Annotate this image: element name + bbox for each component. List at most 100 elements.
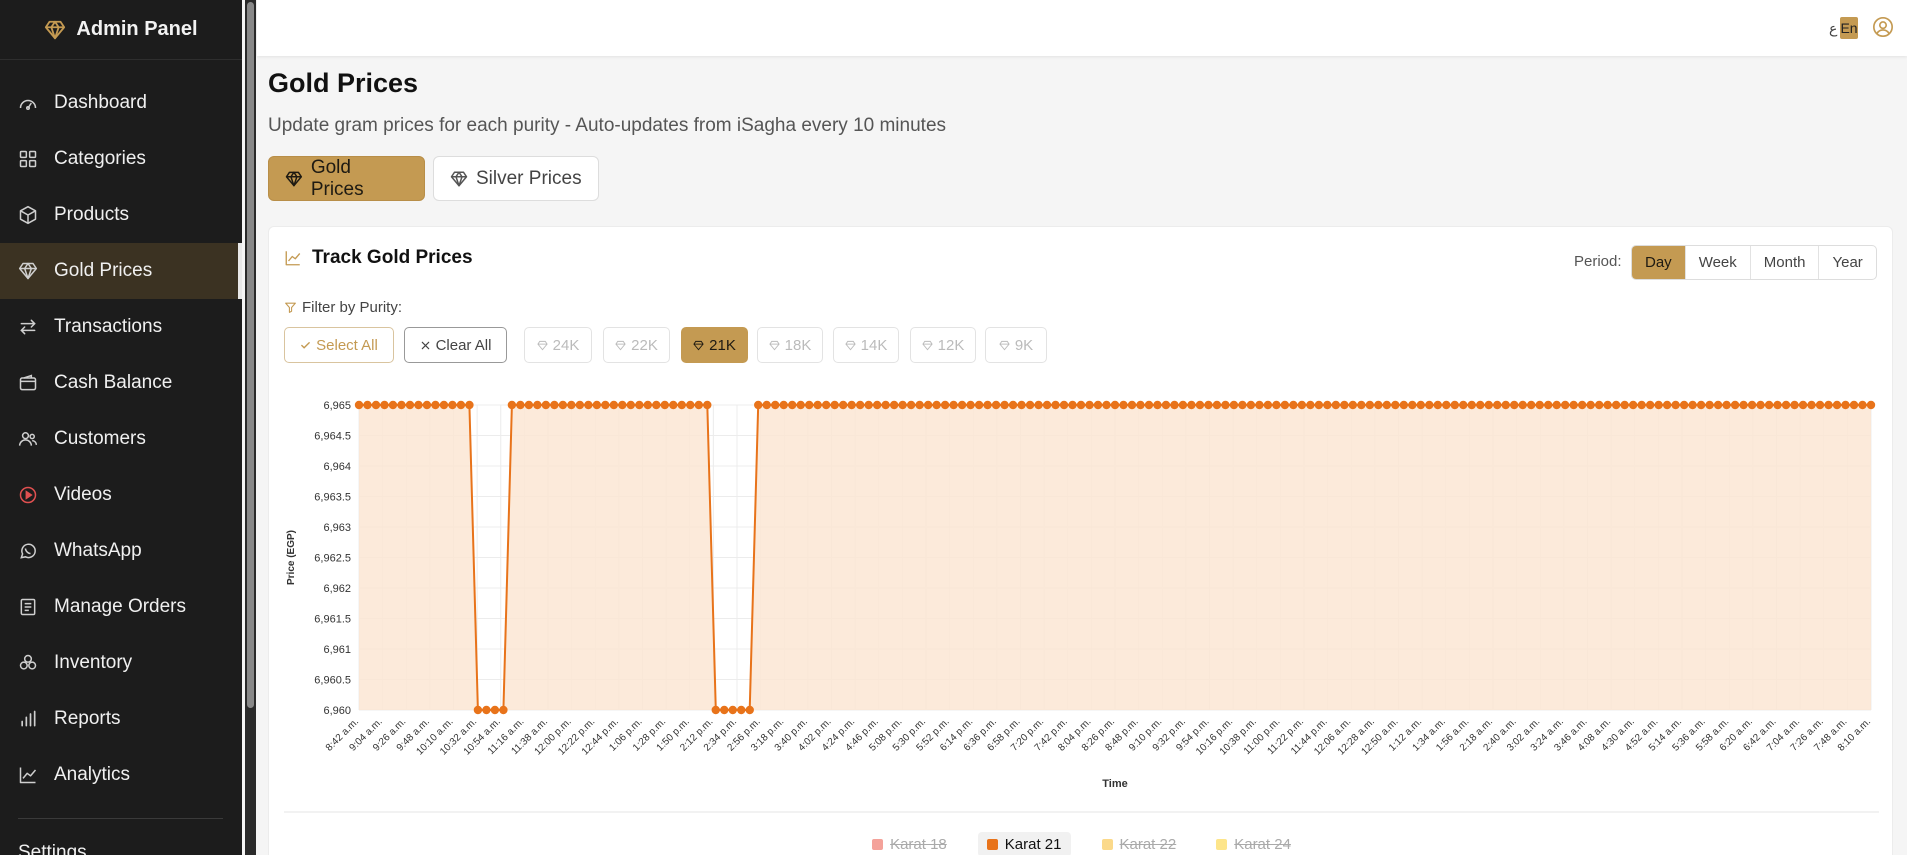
arrows-icon: [20, 319, 36, 335]
legend-swatch: [872, 839, 884, 850]
data-point: [1119, 400, 1128, 410]
sidebar-item-analytics[interactable]: Analytics: [0, 747, 242, 803]
sidebar-item-dashboard[interactable]: Dashboard: [0, 75, 242, 131]
scrollbar-thumb[interactable]: [247, 2, 254, 708]
price-chart-card: Track Gold Prices Period: Day Week Month…: [268, 226, 1893, 855]
sidebar-item-cash-balance[interactable]: Cash Balance: [0, 355, 242, 411]
data-point: [915, 400, 924, 410]
select-all-button[interactable]: Select All: [284, 327, 394, 363]
sidebar-item-manage-orders[interactable]: Manage Orders: [0, 579, 242, 635]
data-point: [1790, 400, 1799, 410]
purity-chip-12k[interactable]: 12K: [910, 327, 976, 363]
data-point: [1501, 400, 1510, 410]
data-point: [524, 400, 534, 410]
data-point: [771, 400, 780, 410]
data-point: [1662, 400, 1672, 410]
data-point: [1382, 400, 1392, 410]
data-point: [1102, 400, 1111, 410]
data-point: [1416, 400, 1425, 410]
trend-icon: [19, 767, 37, 784]
data-point: [473, 705, 483, 715]
data-point: [1713, 400, 1723, 410]
data-point: [864, 400, 873, 410]
sidebar-item-gold-prices[interactable]: Gold Prices: [0, 243, 242, 299]
purity-chip-18k[interactable]: 18K: [757, 327, 823, 363]
period-day-button[interactable]: Day: [1632, 246, 1686, 279]
tab-gold-prices[interactable]: Gold Prices: [268, 156, 425, 201]
series-area-karat-21: [359, 405, 1871, 710]
language-arabic-button[interactable]: ع: [1829, 20, 1837, 37]
data-point: [974, 400, 984, 410]
data-point: [490, 705, 500, 715]
brand[interactable]: Admin Panel: [0, 0, 242, 60]
filter-label: Filter by Purity:: [284, 299, 402, 316]
data-point: [1391, 400, 1400, 410]
data-point: [991, 400, 1001, 410]
sidebar-item-inventory[interactable]: Inventory: [0, 635, 242, 691]
diamond-icon: [285, 171, 303, 186]
data-point: [1059, 400, 1069, 410]
purity-chip-22k[interactable]: 22K: [603, 327, 670, 363]
legend-swatch: [1101, 839, 1113, 850]
y-tick-label: 6,962.5: [314, 553, 351, 565]
data-point: [1085, 400, 1094, 410]
data-point: [1815, 400, 1825, 410]
purity-chip-24k[interactable]: 24K: [524, 327, 592, 363]
diamond-icon: [18, 262, 38, 280]
page-subtitle: Update gram prices for each purity - Aut…: [268, 115, 947, 136]
data-point: [1730, 400, 1740, 410]
y-tick-label: 6,962: [323, 583, 351, 595]
sidebar-divider: [18, 818, 223, 819]
chart-legend: Karat 18 Karat 21 Karat 22 Karat 24: [269, 832, 1894, 855]
period-week-button[interactable]: Week: [1686, 246, 1751, 279]
sidebar-item-categories[interactable]: Categories: [0, 131, 242, 187]
data-point: [1654, 400, 1663, 410]
legend-item-karat-21[interactable]: Karat 21: [977, 832, 1071, 855]
data-point: [1807, 400, 1816, 410]
data-point: [431, 400, 440, 410]
sidebar-item-whatsapp[interactable]: WhatsApp: [0, 523, 242, 579]
legend-item-karat-22[interactable]: Karat 22: [1093, 832, 1186, 855]
tab-silver-prices[interactable]: Silver Prices: [433, 156, 599, 201]
y-tick-label: 6,965: [323, 400, 351, 412]
sidebar-item-transactions[interactable]: Transactions: [0, 299, 242, 355]
data-point: [558, 400, 568, 410]
data-point: [669, 400, 678, 410]
top-bar: [257, 0, 1907, 56]
dashboard-icon: [19, 99, 37, 110]
period-month-button[interactable]: Month: [1751, 246, 1820, 279]
data-point: [1340, 400, 1349, 410]
language-english-button[interactable]: En: [1840, 17, 1858, 39]
data-point: [1544, 400, 1553, 410]
data-point: [1527, 400, 1536, 410]
data-point: [1000, 400, 1009, 410]
data-point: [499, 705, 508, 715]
data-point: [949, 400, 958, 410]
select-all-label: Select All: [316, 336, 378, 354]
sidebar-item-reports[interactable]: Reports: [0, 691, 242, 747]
purity-chip-21k[interactable]: 21K: [681, 327, 748, 363]
purity-chip-14k[interactable]: 14K: [833, 327, 899, 363]
purity-chip-9k[interactable]: 9K: [985, 327, 1047, 363]
legend-item-karat-18[interactable]: Karat 18: [863, 832, 956, 855]
data-point: [1450, 400, 1459, 410]
clear-all-button[interactable]: Clear All: [404, 327, 507, 363]
sidebar-scrollbar[interactable]: [245, 0, 256, 855]
data-point: [1161, 400, 1171, 410]
data-point: [567, 400, 576, 410]
data-point: [1221, 400, 1230, 410]
data-point: [397, 400, 406, 410]
sidebar-item-customers[interactable]: Customers: [0, 411, 242, 467]
data-point: [601, 400, 610, 410]
period-year-button[interactable]: Year: [1819, 246, 1875, 279]
sidebar-item-products[interactable]: Products: [0, 187, 242, 243]
data-point: [1212, 400, 1222, 410]
user-profile-icon[interactable]: [1872, 16, 1894, 38]
data-point: [635, 400, 644, 410]
y-tick-label: 6,961.5: [314, 614, 351, 626]
sidebar-item-videos[interactable]: Videos: [0, 467, 242, 523]
sidebar-item-settings[interactable]: Settings: [18, 842, 87, 855]
legend-item-karat-24[interactable]: Karat 24: [1207, 832, 1300, 855]
data-point: [584, 400, 593, 410]
sidebar-item-label: Transactions: [54, 316, 163, 337]
